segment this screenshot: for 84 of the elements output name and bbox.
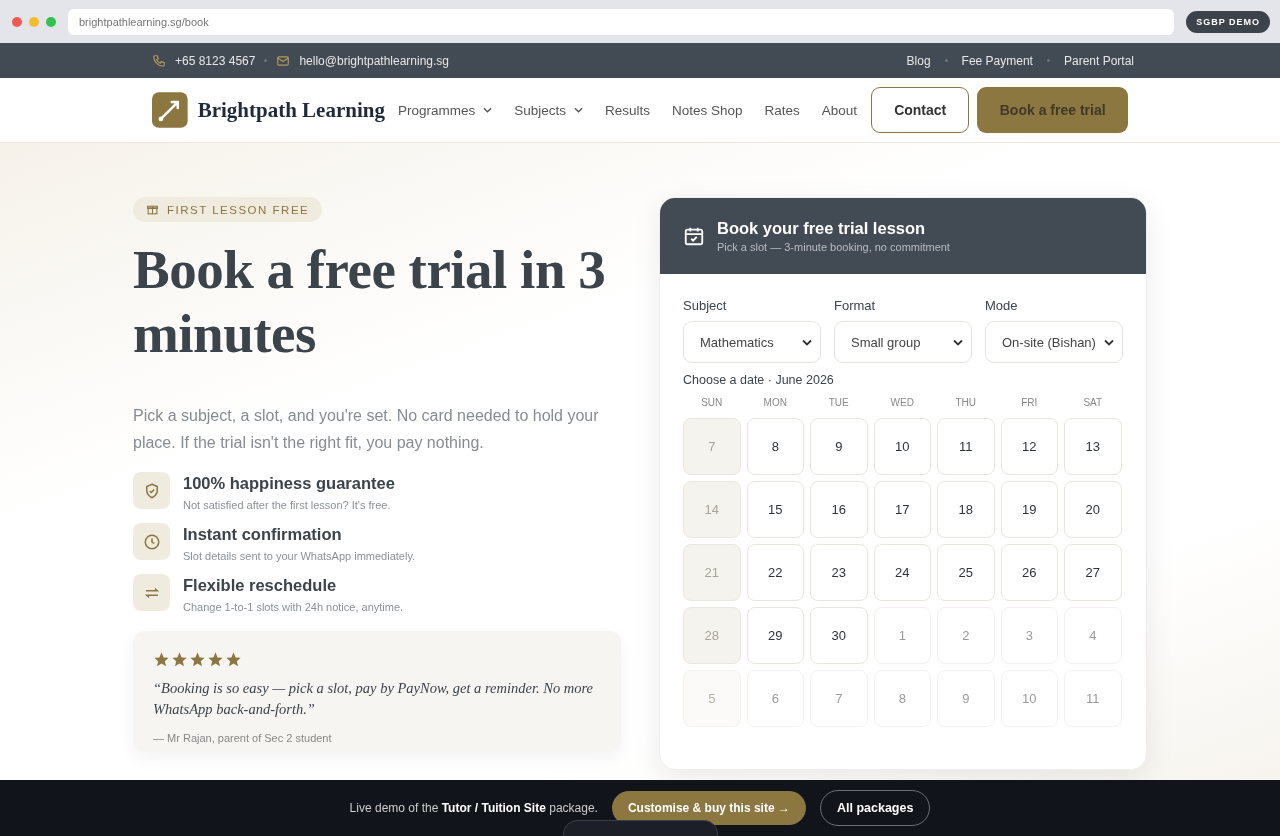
nav-link[interactable]: Rates [764,102,800,118]
nav-link[interactable]: Programmes [397,102,493,118]
calendar-day[interactable]: 24 [873,544,931,601]
top-link[interactable]: Parent Portal [1063,53,1134,68]
brand-name[interactable]: Brightpath Learning [197,97,385,123]
top-link[interactable]: Fee Payment [961,53,1033,68]
calendar-day[interactable]: 29 [746,607,804,664]
minimize-window-dot[interactable] [29,16,39,27]
nav-link[interactable]: Notes Shop [672,102,743,118]
dropdown-field[interactable]: On-site (Bishan) [985,321,1123,363]
calendar-day[interactable]: 27 [1064,544,1122,601]
star-icon [171,651,188,668]
buy-site-button[interactable]: Customise & buy this site → [611,791,806,825]
chevron-down-icon[interactable] [953,338,963,346]
feature-title: Flexible reschedule [183,576,338,595]
star-icon [207,651,224,668]
chevron-down-icon[interactable] [1104,338,1114,346]
calendar-day[interactable]: 30 [810,607,868,664]
calendar-icon [683,225,705,247]
date-label: Choose a date · June 2026 [683,373,835,387]
page-heading: Book a free trial in 3 minutes [133,238,607,366]
calendar-day[interactable]: 8 [746,418,804,475]
weekday-label: THU [954,397,978,408]
email-address[interactable]: hello@brightpathlearning.sg [299,53,450,68]
clock-icon [133,523,170,560]
logo-icon[interactable] [152,92,188,128]
calendar-day[interactable]: 20 [1064,481,1122,538]
calendar-day[interactable]: 23 [810,544,868,601]
feature-title: 100% happiness guarantee [183,474,395,493]
offer-badge: FIRST LESSON FREE [133,197,323,222]
weekday-label: FRI [1020,397,1039,408]
phone-icon [152,53,166,68]
star-icon [189,651,206,668]
field-label: Format [834,298,877,313]
calendar-day[interactable]: 25 [937,544,995,601]
calendar-day[interactable]: 16 [810,481,868,538]
swap-arrows-icon [133,574,170,611]
feature-text: Slot details sent to your WhatsApp immediately. [183,550,416,562]
booking-subtitle: Pick a slot — 3-minute booking, no commitment [717,241,950,253]
field-label: Subject [683,298,728,313]
weekday-label: MON [762,397,788,408]
star-icon [225,651,242,668]
mail-icon [276,53,291,68]
feature-text: Change 1-to-1 slots with 24h notice, anytime. [183,601,404,613]
feature-text: Not satisfied after the first lesson? It's free. [183,499,392,511]
chevron-down-icon[interactable] [802,338,812,346]
calendar-day[interactable]: 17 [873,481,931,538]
star-icon [153,651,170,668]
maximize-window-dot[interactable] [46,16,56,27]
calendar-day[interactable]: 26 [1000,544,1058,601]
demo-notice: Live demo of the Tutor / Tuition Site package. [349,801,598,815]
chevron-down-icon[interactable] [483,107,493,113]
nav-link[interactable]: Results [605,102,650,118]
top-link[interactable]: Blog [906,53,931,68]
calendar-day[interactable]: 13 [1064,418,1122,475]
nav-link[interactable]: About [821,102,858,118]
nav-link[interactable]: Subjects [514,102,583,118]
dropdown-field[interactable]: Small group [834,321,972,363]
dropdown-field[interactable]: Mathematics [683,321,821,363]
calendar-day[interactable]: 18 [937,481,995,538]
testimonial-author: — Mr Rajan, parent of Sec 2 student [153,732,333,744]
calendar-day[interactable]: 10 [873,418,931,475]
shield-icon [133,472,170,509]
weekday-label: SUN [700,397,724,408]
contact-button[interactable]: Contact [871,87,970,133]
intro-text: Pick a subject, a slot, and you're set. No card needed to hold your place. If the trial isn't the right fit, you pay nothing. [133,406,600,453]
weekday-label: WED [889,397,915,408]
phone-number[interactable]: +65 8123 4567 [175,53,256,68]
close-window-dot[interactable] [12,16,22,27]
demo-badge: SGBP DEMO [1186,10,1270,33]
feature-title: Instant confirmation [183,525,343,544]
chevron-down-icon[interactable] [574,107,583,113]
calendar-day[interactable]: 9 [810,418,868,475]
calendar-day[interactable]: 12 [1000,418,1058,475]
calendar-day[interactable]: 19 [1000,481,1058,538]
field-label: Mode [985,298,1019,313]
booking-title: Book your free trial lesson [717,219,927,238]
calendar-day[interactable]: 22 [746,544,804,601]
calendar-day[interactable]: 11 [937,418,995,475]
calendar-day[interactable]: 15 [746,481,804,538]
address-bar[interactable]: brightpathlearning.sg/book [68,8,1175,35]
testimonial-quote: “Booking is so easy — pick a slot, pay by PayNow, get a reminder. No more WhatsApp back-and-forth.” [153,679,595,719]
weekday-label: SAT [1082,397,1104,408]
weekday-label: TUE [827,397,850,408]
